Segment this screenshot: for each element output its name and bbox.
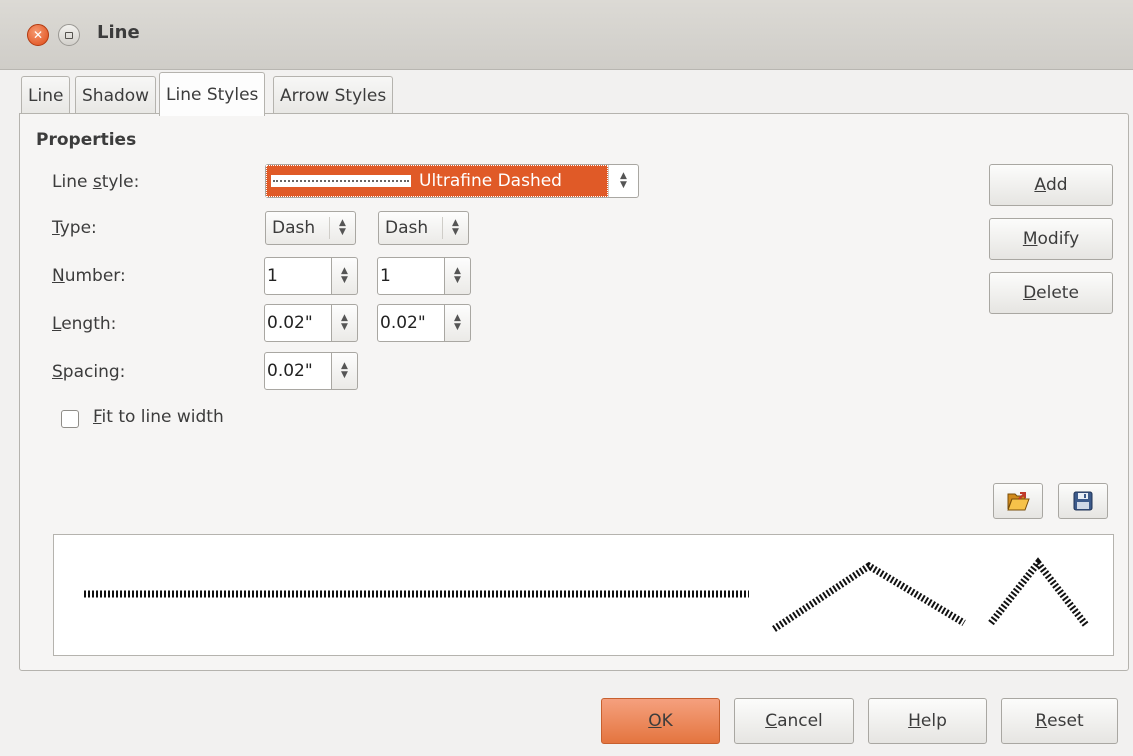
spin-updown-icon[interactable]: ▲ ▼ bbox=[445, 257, 471, 295]
save-line-styles-button[interactable] bbox=[1058, 483, 1108, 519]
spacing-label: Spacing: bbox=[52, 362, 126, 382]
open-folder-icon bbox=[1007, 492, 1030, 511]
number-field-2[interactable]: 1 bbox=[377, 257, 445, 295]
properties-heading: Properties bbox=[36, 130, 137, 150]
line-style-label: Line style: bbox=[52, 172, 140, 192]
line-style-select[interactable]: Ultrafine Dashed ▲ ▼ bbox=[265, 164, 639, 198]
modify-button[interactable]: Modify bbox=[989, 218, 1113, 260]
floppy-disk-icon bbox=[1073, 491, 1093, 511]
chevron-updown-icon: ▲ ▼ bbox=[442, 217, 468, 239]
title-bar: ✕ Line bbox=[0, 0, 1133, 70]
load-line-styles-button[interactable] bbox=[993, 483, 1043, 519]
help-button[interactable]: Help bbox=[868, 698, 987, 744]
fit-to-line-width-checkbox[interactable] bbox=[61, 410, 79, 428]
length-field-2[interactable]: 0.02" bbox=[377, 304, 445, 342]
number-spin-1[interactable]: 1 ▲ ▼ bbox=[264, 257, 358, 295]
reset-button[interactable]: Reset bbox=[1001, 698, 1118, 744]
length-spin-2[interactable]: 0.02" ▲ ▼ bbox=[377, 304, 471, 342]
tab-line[interactable]: Line bbox=[21, 76, 71, 114]
window-title: Line bbox=[97, 22, 140, 43]
line-style-value: Ultrafine Dashed bbox=[419, 171, 562, 191]
length-spin-1[interactable]: 0.02" ▲ ▼ bbox=[264, 304, 358, 342]
spacing-spin[interactable]: 0.02" ▲ ▼ bbox=[264, 352, 358, 390]
length-label: Length: bbox=[52, 314, 117, 334]
number-field-1[interactable]: 1 bbox=[264, 257, 332, 295]
spin-updown-icon[interactable]: ▲ ▼ bbox=[332, 257, 358, 295]
type-value-2: Dash bbox=[385, 218, 429, 238]
delete-button[interactable]: Delete bbox=[989, 272, 1113, 314]
number-label: Number: bbox=[52, 266, 126, 286]
spin-updown-icon[interactable]: ▲ ▼ bbox=[332, 304, 358, 342]
tab-arrow-styles[interactable]: Arrow Styles bbox=[273, 76, 394, 114]
maximize-icon[interactable] bbox=[58, 24, 80, 46]
number-spin-2[interactable]: 1 ▲ ▼ bbox=[377, 257, 471, 295]
type-label: Type: bbox=[52, 218, 97, 238]
close-icon[interactable]: ✕ bbox=[27, 24, 49, 46]
spacing-field[interactable]: 0.02" bbox=[264, 352, 332, 390]
line-style-sample bbox=[271, 175, 411, 187]
line-style-preview bbox=[53, 534, 1114, 656]
length-field-1[interactable]: 0.02" bbox=[264, 304, 332, 342]
chevron-updown-icon: ▲ ▼ bbox=[329, 217, 355, 239]
tab-line-styles[interactable]: Line Styles bbox=[159, 72, 266, 116]
spin-updown-icon[interactable]: ▲ ▼ bbox=[332, 352, 358, 390]
add-button[interactable]: Add bbox=[989, 164, 1113, 206]
line-style-selected: Ultrafine Dashed bbox=[266, 165, 608, 197]
tab-shadow[interactable]: Shadow bbox=[75, 76, 157, 114]
type-value-1: Dash bbox=[272, 218, 316, 238]
type-select-2[interactable]: Dash ▲ ▼ bbox=[378, 211, 469, 245]
type-select-1[interactable]: Dash ▲ ▼ bbox=[265, 211, 356, 245]
ok-button[interactable]: OK bbox=[601, 698, 720, 744]
fit-to-line-width-label: Fit to line width bbox=[93, 407, 224, 427]
chevron-updown-icon[interactable]: ▲ ▼ bbox=[608, 165, 638, 197]
spin-updown-icon[interactable]: ▲ ▼ bbox=[445, 304, 471, 342]
cancel-button[interactable]: Cancel bbox=[734, 698, 854, 744]
